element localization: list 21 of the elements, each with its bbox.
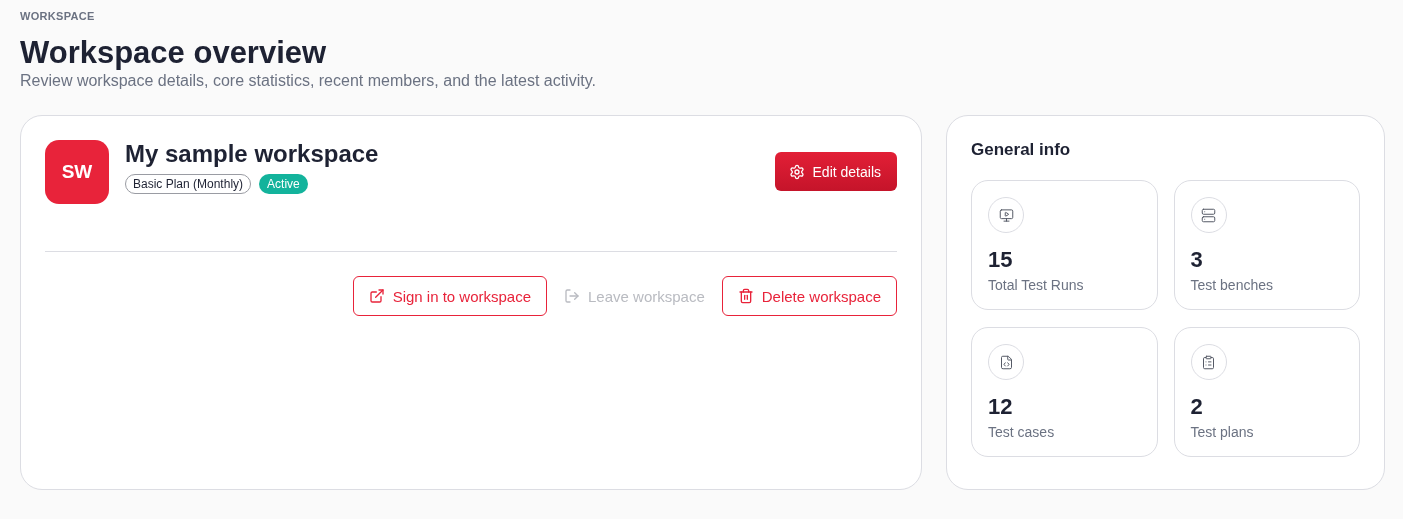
status-badge: Active <box>259 174 308 195</box>
page-title: Workspace overview <box>20 36 328 71</box>
sign-in-button[interactable]: Sign in to workspace <box>352 276 548 317</box>
workspace-name: My sample workspace <box>125 140 380 169</box>
edit-details-button[interactable]: Edit details <box>774 152 897 192</box>
section-label: WORKSPACE <box>20 10 96 22</box>
stat-label: Test plans <box>1190 424 1255 441</box>
stat-value: 2 <box>1190 394 1204 421</box>
trash-icon <box>737 288 754 305</box>
settings-icon <box>788 163 805 180</box>
card-title: General info <box>971 140 1072 161</box>
page-subtitle: Review workspace details, core statistics, recent members, and the latest activity. <box>20 72 597 91</box>
stat-value: 15 <box>988 247 1014 274</box>
external-link-icon <box>368 288 385 305</box>
stat-value: 12 <box>988 394 1014 421</box>
delete-button[interactable]: Delete workspace <box>721 276 897 317</box>
stat-value: 3 <box>1190 247 1204 274</box>
stat-label: Test cases <box>988 424 1056 441</box>
stat-label: Total Test Runs <box>988 277 1085 294</box>
stat-label: Test benches <box>1190 277 1274 294</box>
workspace-avatar: SW <box>45 140 109 205</box>
